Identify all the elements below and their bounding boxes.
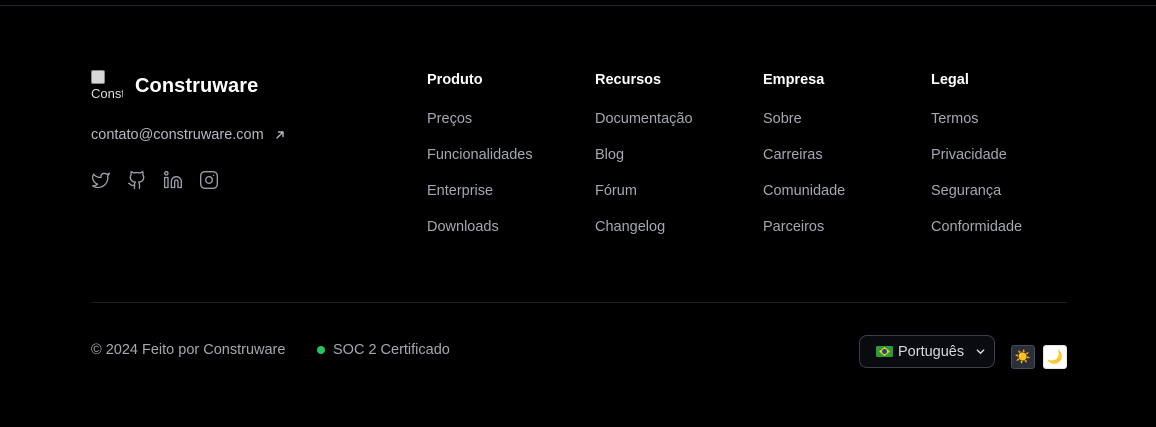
footer-link-comunidade[interactable]: Comunidade bbox=[763, 183, 845, 199]
moon-icon: 🌙 bbox=[1046, 349, 1064, 364]
contact-email: contato@construware.com bbox=[91, 127, 264, 143]
footer-divider bbox=[91, 302, 1067, 303]
linkedin-icon bbox=[164, 171, 182, 189]
brand[interactable]: Construware Construware bbox=[91, 70, 258, 102]
light-theme-button[interactable]: ☀️ bbox=[1011, 345, 1035, 369]
column-title: Produto bbox=[427, 72, 483, 88]
footer-link-precos[interactable]: Preços bbox=[427, 111, 472, 127]
footer-column-produto: Produto Preços Funcionalidades Enterpris… bbox=[427, 72, 533, 254]
twitter-icon bbox=[92, 172, 111, 189]
footer-link-sobre[interactable]: Sobre bbox=[763, 111, 802, 127]
twitter-link[interactable] bbox=[91, 170, 111, 190]
github-link[interactable] bbox=[127, 170, 147, 190]
footer-link-termos[interactable]: Termos bbox=[931, 111, 979, 127]
sun-icon: ☀️ bbox=[1014, 349, 1032, 364]
brazil-flag-icon bbox=[876, 346, 893, 357]
instagram-link[interactable] bbox=[199, 170, 219, 190]
footer-column-legal: Legal Termos Privacidade Segurança Confo… bbox=[931, 72, 1022, 254]
status-dot-icon bbox=[317, 346, 325, 354]
language-select[interactable]: Português bbox=[859, 335, 995, 368]
footer-link-funcionalidades[interactable]: Funcionalidades bbox=[427, 147, 533, 163]
footer-link-carreiras[interactable]: Carreiras bbox=[763, 147, 823, 163]
dark-theme-button[interactable]: 🌙 bbox=[1043, 345, 1067, 369]
column-title: Legal bbox=[931, 72, 969, 88]
logo-alt-text: Construware bbox=[91, 86, 123, 101]
footer-column-empresa: Empresa Sobre Carreiras Comunidade Parce… bbox=[763, 72, 845, 254]
footer-link-privacidade[interactable]: Privacidade bbox=[931, 147, 1007, 163]
logo-image: Construware bbox=[91, 70, 123, 102]
footer-link-forum[interactable]: Fórum bbox=[595, 183, 637, 199]
footer-link-changelog[interactable]: Changelog bbox=[595, 219, 665, 235]
linkedin-link[interactable] bbox=[163, 170, 183, 190]
github-icon bbox=[127, 171, 145, 189]
social-links bbox=[91, 170, 235, 190]
site-footer: Construware Construware contato@construw… bbox=[0, 6, 1156, 427]
footer-link-downloads[interactable]: Downloads bbox=[427, 219, 499, 235]
chevron-down-icon bbox=[976, 349, 985, 355]
brand-name: Construware bbox=[135, 74, 259, 97]
soc2-label: SOC 2 Certificado bbox=[333, 342, 450, 358]
footer-link-seguranca[interactable]: Segurança bbox=[931, 183, 1001, 199]
arrow-up-right-icon bbox=[275, 131, 284, 139]
footer-link-blog[interactable]: Blog bbox=[595, 147, 624, 163]
footer-column-recursos: Recursos Documentação Blog Fórum Changel… bbox=[595, 72, 693, 254]
footer-link-conformidade[interactable]: Conformidade bbox=[931, 219, 1022, 235]
language-value: Português bbox=[898, 343, 965, 360]
soc2-badge: SOC 2 Certificado bbox=[317, 342, 450, 358]
column-title: Recursos bbox=[595, 72, 662, 88]
column-title: Empresa bbox=[763, 72, 825, 88]
contact-email-link[interactable]: contato@construware.com bbox=[91, 127, 286, 143]
footer-link-enterprise[interactable]: Enterprise bbox=[427, 183, 493, 199]
footer-link-parceiros[interactable]: Parceiros bbox=[763, 219, 824, 235]
copyright: © 2024 Feito por Construware bbox=[91, 342, 286, 358]
instagram-icon bbox=[200, 171, 218, 189]
footer-link-documentacao[interactable]: Documentação bbox=[595, 111, 693, 127]
broken-image-icon bbox=[91, 70, 105, 84]
